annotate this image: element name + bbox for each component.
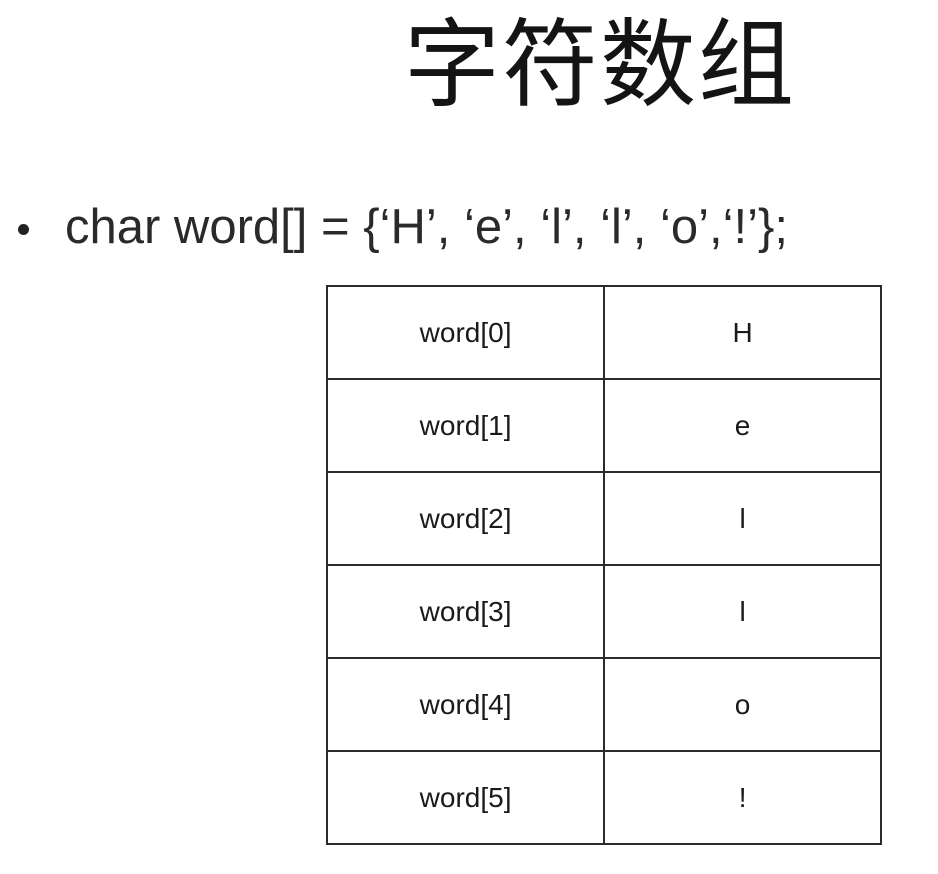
table-row: word[0] H bbox=[325, 285, 882, 380]
array-value-cell: l bbox=[603, 471, 882, 566]
table-row: word[1] e bbox=[325, 378, 882, 473]
array-index-cell: word[4] bbox=[325, 657, 606, 752]
array-index-cell: word[3] bbox=[325, 564, 606, 659]
bullet-item: char word[] = {‘H’, ‘e’, ‘l’, ‘l’, ‘o’,‘… bbox=[18, 192, 788, 262]
array-value-cell: e bbox=[603, 378, 882, 473]
array-value-cell: H bbox=[603, 285, 882, 380]
table-row: word[2] l bbox=[325, 471, 882, 566]
bullet-code-text: char word[] = {‘H’, ‘e’, ‘l’, ‘l’, ‘o’,‘… bbox=[65, 200, 788, 254]
bullet-dot-icon bbox=[18, 223, 29, 235]
array-value-cell: o bbox=[603, 657, 882, 752]
char-array-table: word[0] H word[1] e word[2] l word[3] l … bbox=[325, 285, 882, 845]
array-index-cell: word[1] bbox=[325, 378, 606, 473]
array-value-cell: l bbox=[603, 564, 882, 659]
table-row: word[3] l bbox=[325, 564, 882, 659]
slide-title: 字符数组 bbox=[404, 9, 796, 121]
array-index-cell: word[0] bbox=[325, 285, 606, 380]
table-row: word[5] ! bbox=[325, 750, 882, 845]
table-row: word[4] o bbox=[325, 657, 882, 752]
array-value-cell: ! bbox=[603, 750, 882, 845]
array-index-cell: word[2] bbox=[325, 471, 606, 566]
array-index-cell: word[5] bbox=[325, 750, 606, 845]
